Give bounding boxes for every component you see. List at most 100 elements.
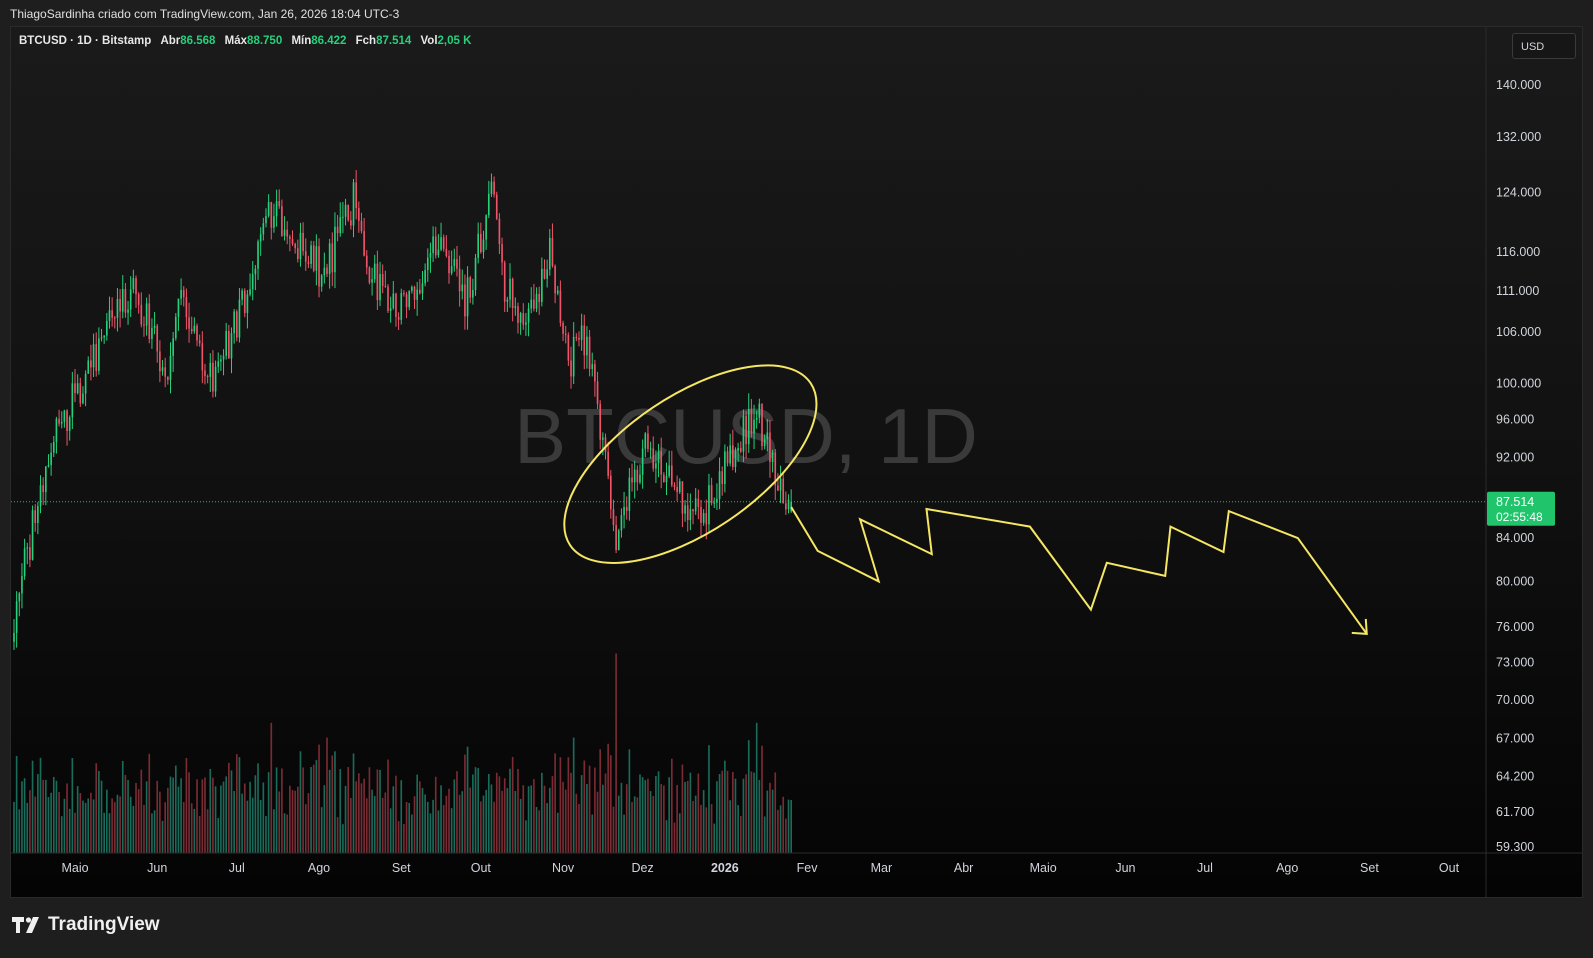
candle-body xyxy=(522,313,525,325)
volume-bar xyxy=(400,780,403,853)
candle-body xyxy=(663,474,665,483)
volume-bar xyxy=(570,772,572,853)
candle-body xyxy=(726,451,729,464)
volume-bar xyxy=(408,802,411,853)
volume-bar xyxy=(18,809,21,853)
volume-bar xyxy=(710,804,713,853)
volume-bar xyxy=(296,786,299,853)
candle-body xyxy=(58,418,60,424)
volume-bar xyxy=(23,778,26,853)
candle-body xyxy=(482,239,485,253)
volume-bar xyxy=(29,790,31,853)
volume-bar xyxy=(686,780,689,853)
candle-body xyxy=(129,289,132,310)
candle-body xyxy=(721,471,724,485)
candle-body xyxy=(755,417,758,420)
volume-bar xyxy=(71,758,74,853)
candle-body xyxy=(533,299,535,309)
volume-bar xyxy=(76,786,79,853)
candle-body xyxy=(670,465,673,486)
candle-body xyxy=(535,293,538,309)
time-tick-label: Set xyxy=(392,861,411,875)
candle-body xyxy=(156,325,159,352)
candle-body xyxy=(395,293,397,317)
candle-body xyxy=(100,337,103,339)
candle-body xyxy=(302,232,304,252)
candle-body xyxy=(570,360,572,377)
volume-bar xyxy=(286,814,289,853)
volume-bar xyxy=(193,808,196,853)
candle-body xyxy=(289,236,291,239)
drawing-annotations[interactable] xyxy=(532,327,1368,636)
candle-body xyxy=(121,289,124,312)
candle-body xyxy=(328,243,331,274)
volume-bar xyxy=(201,779,204,853)
candle-body xyxy=(350,220,352,226)
candle-body xyxy=(511,278,514,308)
price-chart[interactable]: BTCUSD, 1D 140.000132.000124.000116.0001… xyxy=(11,27,1582,897)
currency-selector[interactable]: USD xyxy=(1512,33,1576,59)
candle-body xyxy=(461,284,464,292)
price-axis[interactable]: 140.000 132.000 124.000 116.000 111.000 106.0… xyxy=(1496,78,1541,854)
volume-bar xyxy=(395,775,397,853)
candle-body xyxy=(397,316,400,320)
price-tick-label: 140.000 xyxy=(1496,78,1541,92)
volume-bar xyxy=(281,768,283,853)
candle-body xyxy=(42,485,44,493)
volume-bar xyxy=(721,770,724,853)
volume-bar xyxy=(100,780,103,853)
candle-body xyxy=(92,344,95,368)
candle-body xyxy=(777,485,779,491)
volume-bar xyxy=(387,759,389,853)
volume-bar xyxy=(265,816,267,853)
volume-bar xyxy=(594,767,596,853)
volume-bar xyxy=(450,808,453,853)
time-tick-label: Mar xyxy=(871,861,893,875)
volume-bar xyxy=(763,816,766,853)
symbol-legend: BTCUSD · 1D · Bitstamp Abr86.568 Máx88.7… xyxy=(19,35,471,47)
candle-body xyxy=(779,478,782,491)
candle-body xyxy=(734,450,737,467)
candle-body xyxy=(108,310,111,321)
volume-bar xyxy=(578,803,580,853)
candle-body xyxy=(450,266,453,274)
candle-body xyxy=(265,215,267,224)
volume-bar xyxy=(620,782,623,853)
chart-panel[interactable]: BTCUSD, 1D 140.000 132.000 124.000 116.000 1… xyxy=(10,26,1583,898)
candle-body xyxy=(254,268,257,275)
volume-bar xyxy=(641,777,644,853)
candle-body xyxy=(509,278,511,300)
volume-bar xyxy=(485,789,487,853)
volume-bar xyxy=(591,814,594,853)
volume-bar xyxy=(458,794,461,853)
candle-body xyxy=(45,466,47,493)
time-axis[interactable]: Maio Jun Jul Ago Set Out Nov Dez 2026 Fev Mar Abr Ma… xyxy=(61,861,1459,875)
candle-body xyxy=(763,439,766,447)
volume-bar xyxy=(198,815,201,853)
volume-bar xyxy=(42,779,44,853)
volume-bar xyxy=(159,791,161,853)
volume-bar xyxy=(533,779,535,853)
volume-bar xyxy=(190,803,193,853)
volume-bar xyxy=(726,770,729,853)
volume-bar xyxy=(355,781,357,853)
volume-bar xyxy=(249,781,251,853)
candle-body xyxy=(283,229,286,236)
volume-bar xyxy=(604,773,607,853)
candle-body xyxy=(29,547,31,560)
volume-bar xyxy=(697,773,700,853)
volume-bar xyxy=(204,777,206,853)
candle-body xyxy=(580,325,583,340)
volume-bar xyxy=(214,786,217,853)
volume-bar xyxy=(82,800,84,853)
last-price-label: 87.51402:55:48 xyxy=(1487,491,1555,526)
candle-body xyxy=(750,409,753,434)
volume-bar xyxy=(37,774,39,853)
volume-bar xyxy=(437,810,440,853)
candle-body xyxy=(31,510,34,560)
volume-bar xyxy=(185,757,188,853)
volume-bar xyxy=(95,763,98,853)
candle-body xyxy=(724,451,726,485)
volume-bar xyxy=(13,801,15,853)
volume-bar xyxy=(312,764,315,853)
